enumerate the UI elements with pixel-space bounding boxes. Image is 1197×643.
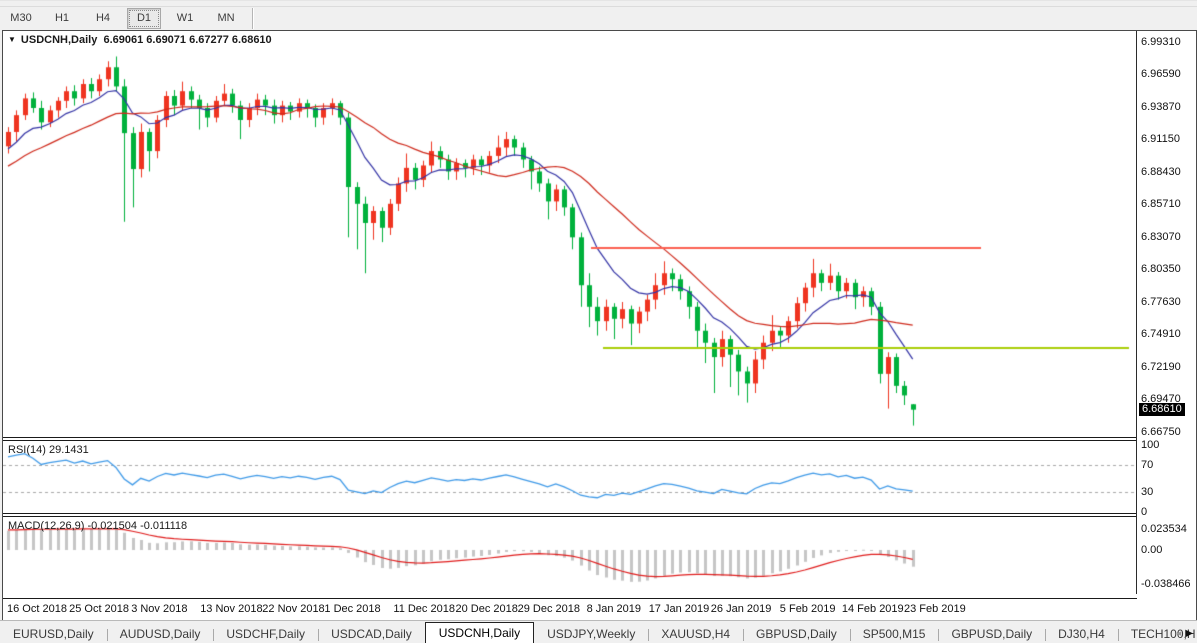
date-axis-tick: 11 Dec 2018 [393,603,455,615]
date-axis-tick: 26 Jan 2019 [711,603,772,615]
timeframe-button-w1[interactable]: W1 [168,8,202,29]
date-axis-tick: 5 Feb 2019 [780,603,836,615]
symbol-tab-audusd[interactable]: AUDUSD,Daily [107,625,214,643]
tab-scroll-buttons: ◂▶ [1177,628,1193,639]
price-axis-tick: 6.74910 [1141,328,1181,340]
price-axis-tick: 6.99310 [1141,36,1181,48]
price-axis-tick: 6.88430 [1141,166,1181,178]
collapse-chart-icon[interactable]: ▼ [8,35,16,44]
rsi-axis-tick: 0 [1141,506,1147,518]
price-axis-tick: 6.93870 [1141,101,1181,113]
symbol-tab-usdcad[interactable]: USDCAD,Daily [318,625,425,643]
date-axis-tick: 17 Jan 2019 [649,603,710,615]
tab-scroll-left-icon[interactable]: ◂ [1177,628,1182,638]
date-axis-tick: 29 Dec 2018 [518,603,580,615]
timeframe-button-row: M30 H1 H4 D1 W1 MN [4,8,254,29]
rsi-axis-tick: 70 [1141,459,1153,471]
date-axis-tick: 16 Oct 2018 [7,603,67,615]
date-axis[interactable]: 16 Oct 201825 Oct 20183 Nov 2018 13 Nov 2… [3,598,1194,621]
symbol-tab-usdjpy[interactable]: USDJPY,Weekly [534,625,648,643]
date-axis-tick: 25 Oct 2018 [69,603,129,615]
price-axis-tick: 6.83070 [1141,231,1181,243]
date-axis-tick: 14 Feb 2019 [842,603,904,615]
timeframe-toolbar: M30 H1 H4 D1 W1 MN [0,0,1197,31]
macd-axis-tick: 0.00 [1141,544,1162,556]
date-axis-tick: 23 Feb 2019 [904,603,966,615]
rsi-label: RSI(14) 29.1431 [8,444,89,456]
toolbar-separator [252,8,254,29]
symbol-tab-usdcnh[interactable]: USDCNH,Daily [425,622,534,643]
timeframe-button-d1[interactable]: D1 [127,8,161,29]
symbol-tab-eurusd[interactable]: EURUSD,Daily [0,625,107,643]
chart-window: ▼ USDCNH,Daily 6.69061 6.69071 6.67277 6.… [2,30,1197,621]
symbol-tab-gbpusd[interactable]: GBPUSD,Daily [743,625,850,643]
date-axis-tick: 13 Nov 2018 [200,603,262,615]
date-axis-tick: 20 Dec 2018 [456,603,518,615]
price-axis-tick: 6.80350 [1141,263,1181,275]
trading-app-window: M30 H1 H4 D1 W1 MN ▼ USDCNH,Daily 6.69061 6.69… [0,0,1197,643]
symbol-tab-xauusd[interactable]: XAUUSD,H4 [648,625,743,643]
macd-pane: MACD(12,26,9) -0.021504 -0.011118 [3,517,1194,597]
timeframe-button-h1[interactable]: H1 [45,8,79,29]
rsi-pane: RSI(14) 29.1431 [3,441,1194,513]
symbol-tab-sp500[interactable]: SP500,M15 [850,625,939,643]
symbol-tab-gbpusd[interactable]: GBPUSD,Daily [938,625,1045,643]
price-axis-tick: 6.66750 [1141,426,1181,438]
current-price-badge: 6.68610 [1139,403,1185,416]
rsi-chart-canvas[interactable] [3,441,1136,513]
chart-title-symbol: USDCNH,Daily [21,34,97,46]
price-axis[interactable]: 6.68610 6.99310 6.96590 6.93870 6.91150 6.88… [1137,31,1194,620]
date-axis-tick: 22 Nov 2018 [262,603,324,615]
macd-label: MACD(12,26,9) -0.021504 -0.011118 [8,520,187,532]
chart-title-ohlc: 6.69061 6.69071 6.67277 6.68610 [103,34,271,46]
chart-title: ▼ USDCNH,Daily 6.69061 6.69071 6.67277 6.… [8,34,272,46]
timeframe-button-mn[interactable]: MN [209,8,243,29]
symbol-tabbar: EURUSD,DailyAUDUSD,DailyUSDCHF,DailyUSDC… [0,620,1197,643]
price-axis-tick: 6.72190 [1141,361,1181,373]
date-axis-tick: 8 Jan 2019 [587,603,641,615]
symbol-tab-dj30[interactable]: DJ30,H4 [1045,625,1118,643]
macd-axis-tick: -0.038466 [1141,578,1191,590]
timeframe-button-h4[interactable]: H4 [86,8,120,29]
rsi-axis-tick: 30 [1141,486,1153,498]
date-axis-tick: 3 Nov 2018 [131,603,187,615]
price-chart-canvas[interactable] [3,31,1136,437]
date-axis-tick: 1 Dec 2018 [324,603,380,615]
timeframe-button-m30[interactable]: M30 [4,8,38,29]
price-axis-tick: 6.96590 [1141,68,1181,80]
price-axis-tick: 6.91150 [1141,133,1180,145]
symbol-tab-usdchf[interactable]: USDCHF,Daily [213,625,318,643]
tab-scroll-right-icon[interactable]: ▶ [1185,628,1193,639]
price-axis-tick: 6.85710 [1141,198,1181,210]
rsi-axis-tick: 100 [1141,439,1159,451]
price-axis-tick: 6.77630 [1141,296,1181,308]
price-pane: ▼ USDCNH,Daily 6.69061 6.69071 6.67277 6.… [3,31,1194,437]
macd-axis-tick: 0.023534 [1141,523,1187,535]
